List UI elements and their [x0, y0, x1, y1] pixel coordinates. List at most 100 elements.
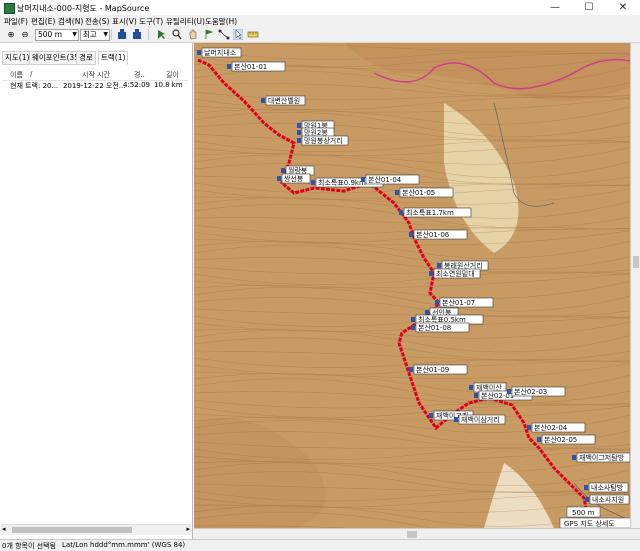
- zoom-in-icon[interactable]: ⊕: [6, 29, 16, 40]
- chevron-down-icon: ▼: [72, 31, 77, 38]
- waypoint-label[interactable]: 최소특표0.9km: [318, 178, 366, 187]
- zoom-out-icon[interactable]: ⊖: [20, 29, 30, 40]
- menu-tools[interactable]: 도구(T): [139, 16, 163, 27]
- waypoint-marker-icon[interactable]: [474, 393, 478, 398]
- waypoint-marker-icon[interactable]: [425, 310, 429, 315]
- waypoint-marker-icon[interactable]: [411, 317, 415, 322]
- waypoint-label[interactable]: 본산02-05: [544, 435, 577, 444]
- pointer-tool-icon[interactable]: [233, 29, 243, 40]
- menu-view[interactable]: 표시(V): [112, 16, 137, 27]
- tab-maps[interactable]: 지도(1): [2, 51, 33, 65]
- scrollbar-thumb[interactable]: [12, 527, 132, 533]
- map-view[interactable]: 날머지내소 본산01-01 대변산벨원 망원1봉 망원2봉 망원봉상거리 월랑봉 쌍선봉 최소특…: [194, 43, 640, 528]
- waypoint-label[interactable]: 본산01-09: [416, 365, 449, 374]
- waypoint-marker-icon[interactable]: [411, 325, 415, 330]
- column-header-length[interactable]: 길이: [166, 70, 179, 80]
- select-tool-icon[interactable]: [156, 29, 166, 40]
- waypoint-label[interactable]: 본산02-03: [514, 387, 547, 396]
- app-logo-icon: [4, 3, 15, 14]
- scroll-left-icon[interactable]: ◂: [2, 525, 6, 533]
- send-to-device-icon[interactable]: [131, 29, 143, 40]
- waypoint-label[interactable]: 본산01-07: [442, 298, 475, 307]
- waypoint-tool-icon[interactable]: [204, 29, 214, 40]
- waypoint-marker-icon[interactable]: [399, 210, 403, 215]
- waypoint-label[interactable]: 망원봉상거리: [304, 136, 343, 145]
- waypoint-marker-icon[interactable]: [297, 123, 301, 128]
- waypoint-label[interactable]: 본산01-05: [402, 188, 435, 197]
- track-length-cell: 10.8 km: [154, 81, 183, 89]
- menu-file[interactable]: 파일(F): [4, 16, 28, 27]
- waypoint-label[interactable]: 봉래원산거리: [444, 261, 483, 270]
- hand-pan-icon[interactable]: [188, 29, 198, 40]
- waypoint-marker-icon[interactable]: [454, 417, 458, 422]
- horizontal-scrollbar[interactable]: ◂ ▸: [1, 524, 191, 535]
- waypoint-marker-icon[interactable]: [297, 138, 301, 143]
- minimize-button[interactable]: —: [538, 0, 572, 15]
- zoom-tool-icon[interactable]: [172, 29, 182, 40]
- waypoint-marker-icon[interactable]: [584, 485, 588, 490]
- vertical-scrollbar[interactable]: [630, 43, 640, 528]
- waypoint-label[interactable]: 본산01-01: [234, 62, 267, 71]
- column-header-name[interactable]: 이름: [10, 70, 23, 80]
- waypoint-marker-icon[interactable]: [585, 497, 589, 502]
- waypoint-marker-icon[interactable]: [409, 367, 413, 372]
- waypoint-marker-icon[interactable]: [437, 263, 441, 268]
- waypoint-marker-icon[interactable]: [435, 300, 439, 305]
- waypoint-marker-icon[interactable]: [537, 437, 541, 442]
- menu-help[interactable]: 도움말(H): [205, 16, 237, 27]
- close-button[interactable]: ✕: [606, 0, 640, 15]
- waypoint-marker-icon[interactable]: [469, 385, 473, 390]
- detail-select[interactable]: 최고 ▼: [80, 29, 110, 41]
- tab-tracks[interactable]: 트랙(1): [98, 51, 129, 65]
- waypoint-label[interactable]: 재백이그저탐방: [579, 453, 625, 462]
- waypoint-marker-icon[interactable]: [297, 130, 301, 135]
- tab-routes[interactable]: 경로: [76, 51, 96, 65]
- menu-edit[interactable]: 편집(E): [31, 16, 55, 27]
- maximize-button[interactable]: ☐: [572, 0, 606, 15]
- waypoint-marker-icon[interactable]: [281, 168, 285, 173]
- route-tool-icon[interactable]: [218, 29, 230, 40]
- waypoint-marker-icon[interactable]: [197, 50, 201, 55]
- column-header-elapsed[interactable]: 경..: [134, 70, 145, 80]
- waypoint-marker-icon[interactable]: [507, 389, 511, 394]
- measure-tool-icon[interactable]: [247, 29, 259, 40]
- waypoint-label[interactable]: 내소사지원: [592, 495, 624, 504]
- scrollbar-thumb[interactable]: [407, 531, 417, 538]
- menu-search[interactable]: 검색(N): [58, 16, 83, 27]
- menu-utilities[interactable]: 유틸리티(U): [166, 16, 205, 27]
- waypoint-label[interactable]: 재백이삼거리: [461, 415, 500, 424]
- scrollbar-thumb[interactable]: [633, 256, 639, 268]
- waypoint-marker-icon[interactable]: [429, 413, 433, 418]
- waypoint-marker-icon[interactable]: [572, 455, 576, 460]
- column-header-start-time[interactable]: 시작 시간: [82, 70, 110, 80]
- waypoint-label[interactable]: 망원2봉: [304, 128, 328, 137]
- waypoint-marker-icon[interactable]: [395, 190, 399, 195]
- waypoint-label[interactable]: 본산01-08: [418, 323, 451, 332]
- waypoint-label[interactable]: 쌍선봉: [284, 174, 304, 183]
- scale-select[interactable]: 500 m ▼: [35, 29, 79, 41]
- receive-from-device-icon[interactable]: [116, 29, 128, 40]
- topographic-map[interactable]: 날머지내소본산01-01대변산벨원망원1봉망원2봉망원봉상거리월랑봉쌍선봉 최소특…: [194, 43, 640, 528]
- waypoint-marker-icon[interactable]: [277, 176, 281, 181]
- waypoint-label[interactable]: 날머지내소: [204, 48, 237, 57]
- waypoint-label[interactable]: 재백이산: [476, 383, 502, 392]
- waypoint-label[interactable]: 대변산벨원: [268, 96, 300, 105]
- waypoint-marker-icon[interactable]: [261, 98, 265, 103]
- column-header-sort[interactable]: /: [30, 70, 32, 80]
- waypoint-label[interactable]: 본산01-04: [368, 175, 402, 184]
- waypoint-label[interactable]: 최소특표0.5km: [418, 315, 466, 324]
- waypoint-label[interactable]: 최소연원밑대: [436, 269, 475, 278]
- waypoint-label[interactable]: 본산01-06: [416, 230, 450, 239]
- waypoint-marker-icon[interactable]: [429, 271, 433, 276]
- waypoint-marker-icon[interactable]: [361, 177, 365, 182]
- waypoint-label[interactable]: 월랑봉: [288, 166, 308, 175]
- waypoint-marker-icon[interactable]: [227, 64, 231, 69]
- waypoint-label[interactable]: 내소사탐방: [591, 483, 624, 492]
- waypoint-marker-icon[interactable]: [527, 425, 531, 430]
- waypoint-marker-icon[interactable]: [409, 232, 413, 237]
- menu-transfer[interactable]: 전송(S): [85, 16, 109, 27]
- scroll-right-icon[interactable]: ▸: [186, 525, 190, 533]
- waypoint-label[interactable]: 최소특표1.7km: [406, 208, 454, 217]
- waypoint-label[interactable]: 본산02-04: [534, 423, 568, 432]
- waypoint-marker-icon[interactable]: [311, 180, 315, 185]
